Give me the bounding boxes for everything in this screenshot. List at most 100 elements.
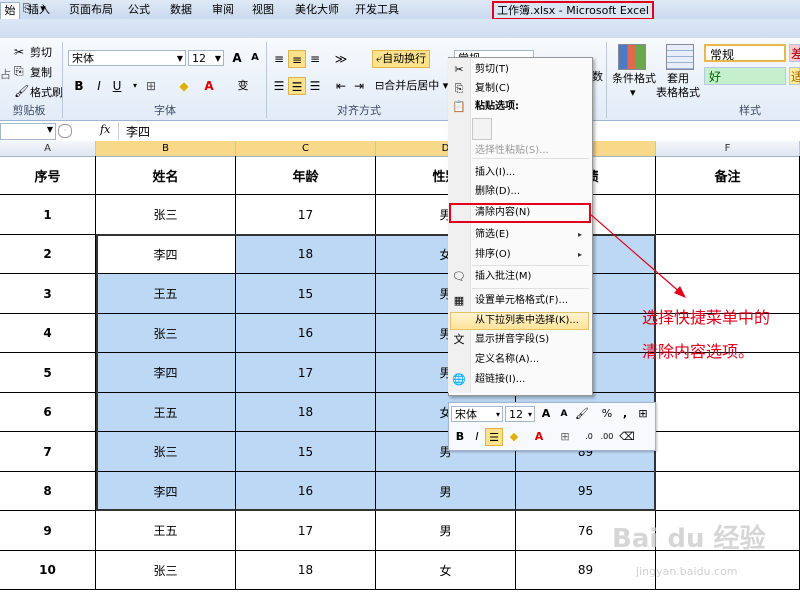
underline-button[interactable]: U [108, 77, 126, 95]
cell-note[interactable] [656, 472, 800, 511]
mini-fill-color-icon[interactable]: ◆ [505, 428, 523, 446]
menu-item-insert[interactable]: 插入(I)... [475, 164, 515, 182]
tab-insert[interactable]: 插入 [26, 2, 52, 18]
mini-increase-decimal-icon[interactable]: .0 [580, 428, 598, 446]
menu-item-sort[interactable]: 排序(O) [475, 246, 511, 264]
mini-bold-button[interactable]: B [451, 428, 469, 446]
table-format-button[interactable]: 套用 表格格式 [656, 72, 700, 100]
cell-seq[interactable]: 9 [0, 511, 96, 551]
mini-grow-font-button[interactable]: A [537, 405, 555, 423]
cell-seq[interactable]: 8 [0, 472, 96, 511]
align-bottom-icon[interactable]: ≡ [306, 50, 324, 68]
italic-button[interactable]: I [90, 77, 108, 95]
align-middle-icon[interactable]: ≡ [288, 50, 306, 68]
format-painter-button[interactable]: 格式刷 [30, 86, 63, 100]
cell-score[interactable]: 89 [516, 551, 656, 590]
menu-item-filter[interactable]: 筛选(E) [475, 226, 509, 244]
cell-seq[interactable]: 4 [0, 314, 96, 353]
mini-percent-button[interactable]: % [598, 405, 616, 423]
name-box[interactable]: ▼ [0, 123, 56, 140]
menu-item-show-phonetic[interactable]: 显示拼音字段(S) [475, 331, 549, 349]
wrap-text-button[interactable]: ⤶自动换行 [372, 50, 431, 68]
cell-age[interactable]: 17 [236, 511, 376, 551]
merge-center-button[interactable]: ⊟合并后居中 ▾ [375, 79, 448, 93]
mini-center-align-icon[interactable]: ☰ [485, 428, 503, 446]
paste-option-icon[interactable] [472, 118, 492, 140]
formula-input[interactable]: 李四 [126, 123, 150, 140]
mini-font-color-icon[interactable]: A [530, 428, 548, 446]
phonetic-button[interactable]: 变 [234, 77, 252, 95]
menu-item-insert-comment[interactable]: 插入批注(M) [475, 268, 531, 286]
cell-seq[interactable]: 10 [0, 551, 96, 590]
style-normal[interactable]: 常规 [704, 44, 786, 62]
increase-indent-icon[interactable]: ⇥ [350, 77, 368, 95]
bold-button[interactable]: B [70, 77, 88, 95]
cancel-entry-icon[interactable]: · [58, 124, 72, 138]
cell-note[interactable] [656, 393, 800, 432]
mini-border-icon[interactable]: ⊞ [556, 428, 574, 446]
align-right-icon[interactable]: ☰ [306, 77, 324, 95]
cell-age[interactable]: 17 [236, 195, 376, 235]
cell-seq[interactable]: 6 [0, 393, 96, 432]
column-header-b[interactable]: B [96, 141, 236, 156]
mini-eraser-icon[interactable]: ⌫ [618, 428, 636, 446]
decrease-indent-icon[interactable]: ⇤ [332, 77, 350, 95]
mini-format-painter-icon[interactable]: 🖌 [573, 405, 591, 423]
column-header-a[interactable]: A [0, 141, 96, 156]
conditional-format-button[interactable]: 条件格式 ▾ [612, 72, 656, 100]
style-good[interactable]: 好 [704, 67, 786, 85]
menu-item-format-cells[interactable]: 设置单元格格式(F)... [475, 292, 568, 310]
orientation-button[interactable]: ≫ [332, 50, 350, 68]
menu-item-delete[interactable]: 删除(D)... [475, 183, 520, 201]
align-center-icon[interactable]: ☰ [288, 77, 306, 95]
mini-table-icon[interactable]: ⊞ [634, 405, 652, 423]
menu-item-hyperlink[interactable]: 超链接(I)... [475, 371, 525, 389]
border-button[interactable]: ⊞ [142, 77, 160, 95]
cell-name[interactable]: 王五 [96, 511, 236, 551]
grow-font-button[interactable]: A [228, 49, 246, 67]
font-name-combo[interactable]: 宋体 ▼ [68, 50, 186, 66]
tab-page-layout[interactable]: 页面布局 [66, 2, 116, 18]
cell-age[interactable]: 18 [236, 551, 376, 590]
mini-font-combo[interactable]: 宋体 ▾ [451, 406, 503, 422]
column-header-f[interactable]: F [656, 141, 800, 156]
tab-formulas[interactable]: 公式 [126, 2, 152, 18]
mini-comma-button[interactable]: , [616, 405, 634, 423]
mini-italic-button[interactable]: I [468, 428, 486, 446]
mini-decrease-decimal-icon[interactable]: .00 [598, 428, 616, 446]
header-cell-seq[interactable]: 序号 [0, 156, 96, 195]
tab-developer[interactable]: 开发工具 [352, 2, 402, 18]
header-cell-age[interactable]: 年龄 [236, 156, 376, 195]
header-cell-note[interactable]: 备注 [656, 156, 800, 195]
shrink-font-button[interactable]: A [246, 49, 264, 67]
cut-button[interactable]: 剪切 [30, 46, 52, 60]
tab-home[interactable]: 始 [0, 2, 20, 19]
cell-seq[interactable]: 2 [0, 235, 96, 274]
cell-seq[interactable]: 7 [0, 432, 96, 472]
cell-gender[interactable]: 男 [376, 511, 516, 551]
cell-seq[interactable]: 5 [0, 353, 96, 393]
mini-shrink-font-button[interactable]: A [555, 405, 573, 423]
tab-beautify-master[interactable]: 美化大师 [292, 2, 342, 18]
tab-view[interactable]: 视图 [250, 2, 276, 18]
menu-item-pick-from-list[interactable]: 从下拉列表中选择(K)... [475, 312, 579, 330]
cell-seq[interactable]: 1 [0, 195, 96, 235]
mini-size-combo[interactable]: 12 ▾ [505, 406, 535, 422]
cell-seq[interactable]: 3 [0, 274, 96, 314]
style-bad-partial[interactable]: 差 [789, 44, 800, 62]
cell-name[interactable]: 张三 [96, 195, 236, 235]
paste-button-partial[interactable]: 占 [0, 68, 11, 82]
header-cell-name[interactable]: 姓名 [96, 156, 236, 195]
menu-item-paste-options[interactable]: 粘贴选项: [475, 98, 519, 116]
column-header-c[interactable]: C [236, 141, 376, 156]
font-size-combo[interactable]: 12 ▼ [188, 50, 224, 66]
font-color-button[interactable]: A [200, 77, 218, 95]
insert-function-button[interactable]: fx [100, 123, 110, 136]
tab-data[interactable]: 数据 [168, 2, 194, 18]
cell-gender[interactable]: 女 [376, 551, 516, 590]
cell-note[interactable] [656, 432, 800, 472]
fill-color-button[interactable]: ◆ [175, 77, 193, 95]
tab-review[interactable]: 审阅 [210, 2, 236, 18]
align-top-icon[interactable]: ≡ [270, 50, 288, 68]
menu-item-define-name[interactable]: 定义名称(A)... [475, 351, 539, 369]
